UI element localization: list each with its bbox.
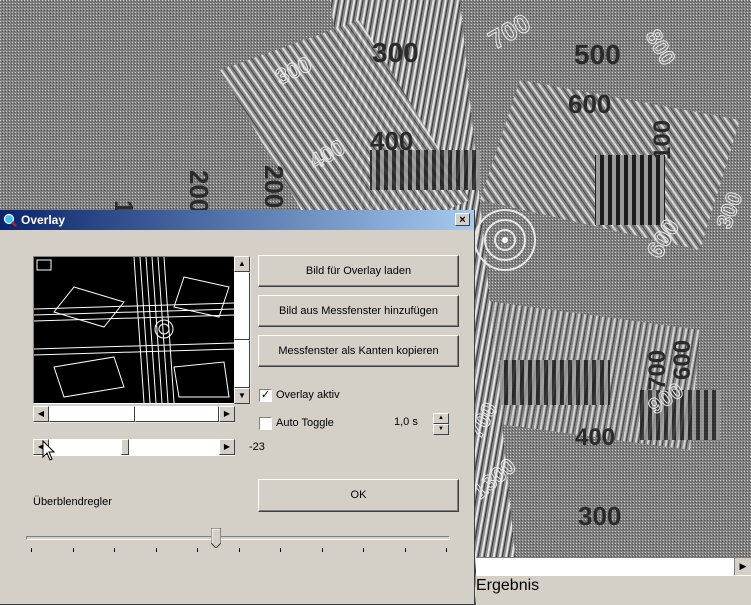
dialog-title: Overlay bbox=[21, 213, 66, 227]
preview-horizontal-scrollbar[interactable]: ◀ ▶ bbox=[33, 406, 235, 423]
bg-label: 300 bbox=[578, 501, 621, 531]
slider-tick bbox=[155, 548, 157, 552]
offset-scroll-thumb[interactable] bbox=[121, 439, 129, 455]
load-overlay-button[interactable]: Bild für Overlay laden bbox=[258, 255, 459, 287]
slider-tick bbox=[280, 548, 281, 552]
bg-label: 100 bbox=[649, 120, 676, 160]
magnifier-app-icon bbox=[3, 213, 17, 227]
bg-label: 400 bbox=[370, 126, 413, 156]
scroll-down-arrow-icon[interactable]: ▼ bbox=[234, 388, 250, 404]
slider-tick bbox=[363, 548, 364, 552]
mouse-cursor-icon bbox=[42, 440, 56, 461]
bg-label: 200 bbox=[184, 170, 214, 213]
overlay-dialog: Overlay × ▲ ▼ ◀ ▶ ◀ ▶ -23 Bild für Overl… bbox=[0, 210, 475, 605]
slider-tick bbox=[197, 548, 198, 552]
bg-label: 500 bbox=[574, 39, 621, 70]
scroll-right-arrow-icon[interactable]: ▶ bbox=[219, 439, 235, 455]
bg-label: 600 bbox=[669, 340, 696, 380]
blend-slider-track[interactable] bbox=[26, 536, 450, 540]
slider-tick bbox=[238, 548, 240, 552]
overlay-active-checkbox[interactable]: ✓ bbox=[259, 389, 272, 402]
scroll-thumb[interactable] bbox=[135, 406, 219, 422]
slider-tick bbox=[31, 548, 32, 552]
slider-tick bbox=[72, 548, 74, 552]
bg-label: 300 bbox=[372, 37, 419, 68]
add-from-window-button[interactable]: Bild aus Messfenster hinzufügen bbox=[258, 295, 459, 327]
close-icon[interactable]: × bbox=[455, 213, 470, 226]
offset-value: -23 bbox=[249, 441, 265, 453]
preview-vertical-scrollbar[interactable]: ▲ ▼ bbox=[234, 256, 251, 404]
auto-toggle-checkbox[interactable] bbox=[259, 417, 272, 430]
blend-label: Überblendregler bbox=[33, 496, 112, 508]
scroll-right-arrow-icon[interactable]: ▶ bbox=[219, 406, 235, 422]
ok-button[interactable]: OK bbox=[258, 479, 459, 512]
scroll-up-arrow-icon[interactable]: ▲ bbox=[234, 256, 250, 272]
scroll-right-arrow-icon[interactable]: ▶ bbox=[734, 558, 751, 575]
bg-label: 400 bbox=[575, 424, 615, 451]
overlay-active-label: Overlay aktiv bbox=[276, 389, 340, 401]
bg-label: 200 bbox=[259, 165, 289, 208]
result-scrollbar[interactable]: ▶ bbox=[476, 557, 751, 576]
scroll-thumb[interactable] bbox=[49, 406, 135, 422]
scroll-thumb[interactable] bbox=[234, 272, 250, 340]
slider-tick bbox=[114, 548, 115, 552]
slider-tick bbox=[446, 548, 447, 552]
slider-tick bbox=[404, 548, 406, 552]
scroll-left-arrow-icon[interactable]: ◀ bbox=[33, 406, 49, 422]
preview-edge-image bbox=[34, 257, 234, 403]
auto-toggle-label: Auto Toggle bbox=[276, 417, 334, 429]
copy-edges-button[interactable]: Messfenster als Kanten kopieren bbox=[258, 335, 459, 367]
toggle-interval-value: 1,0 s bbox=[394, 416, 418, 428]
result-label: Ergebnis bbox=[476, 576, 751, 605]
spin-up-arrow-icon[interactable]: ▲ bbox=[433, 413, 449, 424]
overlay-preview bbox=[33, 256, 235, 404]
scroll-thumb[interactable] bbox=[234, 340, 250, 388]
blend-slider-handle[interactable] bbox=[211, 528, 222, 548]
bg-label: 600 bbox=[568, 89, 611, 119]
offset-scrollbar[interactable]: ◀ ▶ bbox=[33, 439, 235, 456]
spin-down-arrow-icon[interactable]: ▼ bbox=[433, 424, 449, 435]
slider-tick bbox=[321, 548, 323, 552]
dialog-titlebar[interactable]: Overlay × bbox=[0, 210, 474, 230]
